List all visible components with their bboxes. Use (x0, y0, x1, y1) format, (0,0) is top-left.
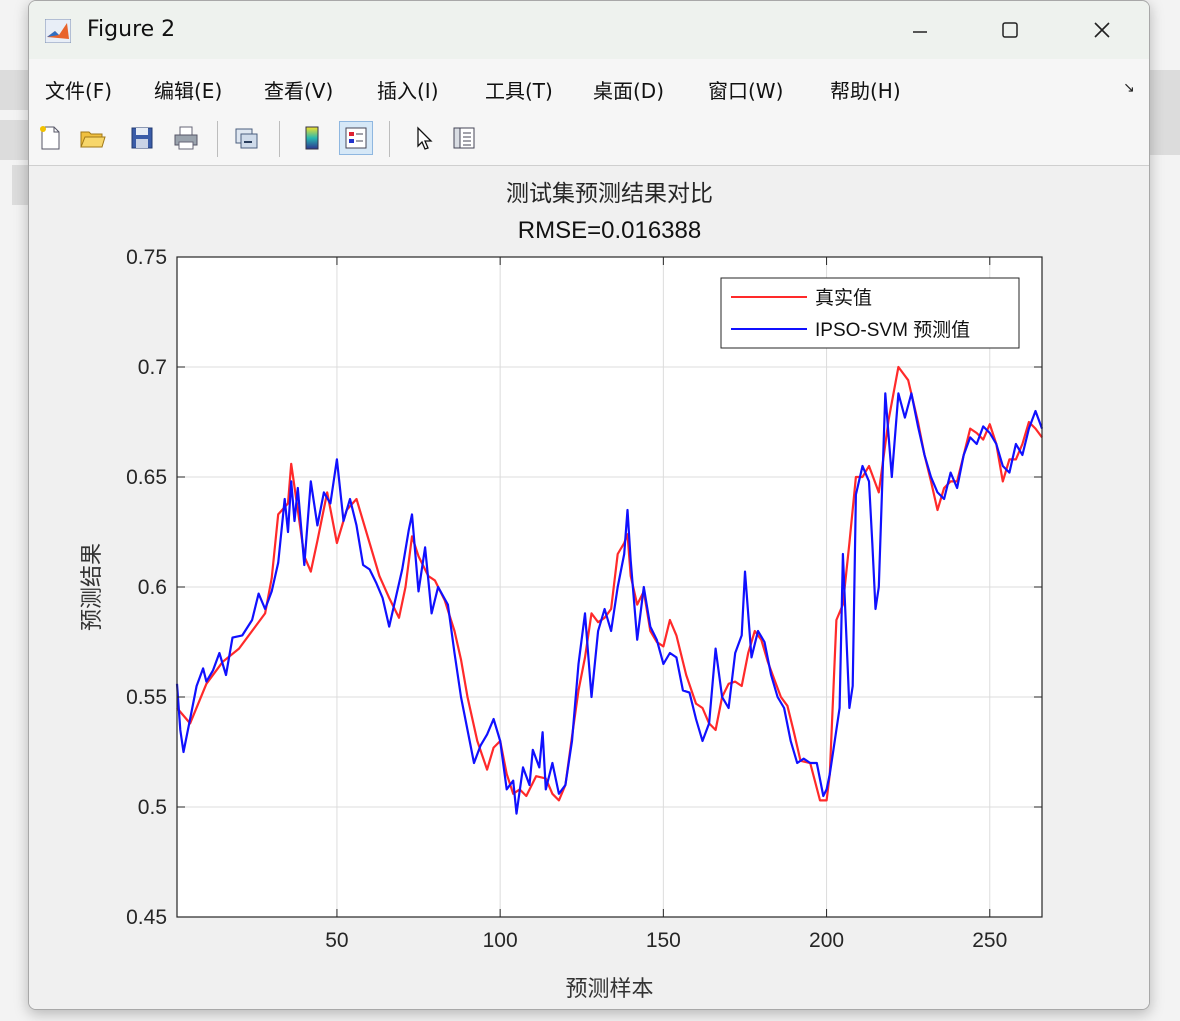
legend-icon[interactable] (339, 121, 373, 155)
x-axis-label: 预测样本 (565, 976, 653, 1001)
property-inspector-icon[interactable] (447, 121, 481, 155)
window-title: Figure 2 (87, 17, 176, 42)
maximize-icon (1002, 22, 1018, 38)
x-tick-label: 50 (325, 929, 348, 952)
minimize-icon (913, 31, 927, 33)
chart-subtitle: RMSE=0.016388 (518, 217, 701, 244)
x-tick-label: 150 (646, 929, 681, 952)
y-axis-label: 预测结果 (79, 543, 104, 631)
figure-window: Figure 2 文件(F) 编辑(E) 查看(V) 插入(I) 工具(T) 桌… (28, 0, 1150, 1010)
background-panel (0, 120, 28, 160)
colorbar-icon[interactable] (295, 121, 329, 155)
menu-window[interactable]: 窗口(W) (708, 75, 783, 104)
figure-canvas: 50 100 150 200 250 0.45 0.5 0.55 0.6 0.65 0.7 0.75 … (29, 166, 1149, 1009)
new-figure-icon[interactable] (33, 121, 67, 155)
menu-help[interactable]: 帮助(H) (830, 75, 901, 104)
y-tick-label: 0.45 (126, 906, 167, 929)
menu-desktop[interactable]: 桌面(D) (593, 75, 664, 104)
open-folder-icon[interactable] (75, 121, 109, 155)
y-tick-label: 0.5 (138, 796, 167, 819)
menu-tools[interactable]: 工具(T) (485, 75, 553, 104)
menu-edit[interactable]: 编辑(E) (154, 75, 222, 104)
print-icon[interactable] (169, 121, 203, 155)
legend-label-true: 真实值 (815, 287, 872, 309)
menu-bar: 文件(F) 编辑(E) 查看(V) 插入(I) 工具(T) 桌面(D) 窗口(W… (29, 59, 1149, 114)
menu-view[interactable]: 查看(V) (264, 75, 333, 104)
minimize-button[interactable] (897, 9, 943, 51)
toolbar-separator (217, 121, 218, 157)
toolbar-separator (279, 121, 280, 157)
matlab-icon (45, 19, 71, 43)
close-icon (1094, 22, 1110, 38)
line-chart[interactable]: 50 100 150 200 2500.450.50.550.60.650.70.75 … (29, 166, 1149, 1009)
y-tick-label: 0.6 (138, 576, 167, 599)
toolbar (29, 113, 1149, 166)
y-tick-label: 0.65 (126, 466, 167, 489)
x-tick-label: 250 (972, 929, 1007, 952)
toolbar-separator (389, 121, 390, 157)
chart-title: 测试集预测结果对比 (506, 180, 713, 206)
y-tick-label: 0.75 (126, 246, 167, 269)
background-panel (0, 70, 28, 110)
save-icon[interactable] (125, 121, 159, 155)
link-plot-icon[interactable] (229, 121, 263, 155)
background-panel (12, 165, 28, 205)
title-bar[interactable]: Figure 2 (29, 1, 1149, 59)
y-tick-label: 0.55 (126, 686, 167, 709)
x-tick-label: 200 (809, 929, 844, 952)
background-panel (1148, 70, 1180, 155)
menu-insert[interactable]: 插入(I) (377, 75, 439, 104)
close-button[interactable] (1079, 9, 1125, 51)
legend[interactable]: 真实值 IPSO-SVM 预测值 (720, 277, 1020, 349)
y-tick-label: 0.7 (138, 356, 167, 379)
legend-label-pred: IPSO-SVM 预测值 (815, 319, 970, 341)
x-tick-label: 100 (483, 929, 518, 952)
pointer-icon[interactable] (407, 121, 441, 155)
expand-corner-icon[interactable]: ↘ (1123, 79, 1135, 96)
maximize-button[interactable] (987, 9, 1033, 51)
menu-file[interactable]: 文件(F) (45, 75, 112, 104)
